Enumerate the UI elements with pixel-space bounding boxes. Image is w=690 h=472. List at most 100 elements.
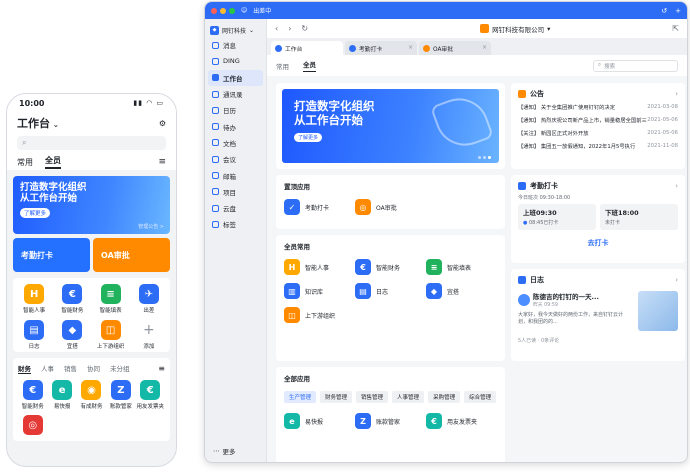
chip-sales[interactable]: 销售管理	[356, 391, 389, 403]
app-oa-approval[interactable]: ◎ OA审批	[355, 199, 426, 215]
sidebar-more[interactable]: ⋯ 更多	[213, 446, 236, 456]
menu-icon[interactable]: ≡	[158, 157, 166, 167]
search-icon: ⌕	[22, 138, 27, 147]
sidebar-item-docs[interactable]: 文档	[208, 135, 263, 151]
close-window-button[interactable]	[211, 7, 217, 14]
notice-item[interactable]: 【通知】 关于全集团推广使用钉钉的决定 2021-03-08	[518, 100, 678, 113]
chip-finance[interactable]: 财务管理	[320, 391, 353, 403]
sidebar-item-calendar[interactable]: 日历	[208, 102, 263, 118]
search-input[interactable]: ⌕ 搜索	[593, 59, 678, 72]
oa-approval-card[interactable]: OA审批	[93, 238, 170, 272]
chip-hr[interactable]: 人事管理	[392, 391, 425, 403]
close-tab-icon[interactable]: ×	[482, 45, 487, 51]
tab-ungrouped[interactable]: 未分组	[110, 363, 130, 373]
app-tile[interactable]: Z 账款管家	[106, 380, 135, 410]
share-icon[interactable]: ⇱	[672, 24, 679, 33]
app-log[interactable]: ▤ 日志	[355, 283, 426, 299]
org-selector[interactable]: 网钉科技有限公司 ▾	[440, 24, 550, 34]
app-tile[interactable]: € 用友发票夹	[136, 380, 165, 410]
app-tile[interactable]: ◎	[18, 415, 47, 437]
app-tile[interactable]: ◉ 有成财务	[77, 380, 106, 410]
app-tile[interactable]: € 智能财务	[53, 284, 91, 314]
avatar[interactable]: ☺	[241, 7, 247, 14]
mail-icon	[212, 172, 219, 180]
sidebar-item-todo[interactable]: 待办	[208, 118, 263, 134]
app-tile[interactable]: ◫ 上下游组织	[92, 320, 130, 350]
avatar	[518, 293, 530, 306]
chip-production[interactable]: 生产管理	[284, 391, 317, 403]
app-tile[interactable]: ≡ 智能填表	[92, 284, 130, 314]
notice-item[interactable]: 【通知】 集团五一放假通知，2022年1月5号执行 2021-11-08	[518, 139, 678, 152]
attendance-card[interactable]: 考勤打卡	[13, 238, 90, 272]
settings-icon[interactable]: ⚙	[159, 119, 166, 128]
carousel-dots[interactable]	[478, 156, 491, 159]
tab-common[interactable]: 常用	[276, 61, 289, 71]
promo-banner[interactable]: 打造数字化组织 从工作台开始 了解更多 管理公告 >	[13, 176, 170, 234]
banner-watermark[interactable]: 管理公告 >	[138, 223, 164, 230]
search-input[interactable]: ⌕	[17, 136, 166, 150]
tab-collab[interactable]: 协同	[87, 363, 100, 373]
chip-general[interactable]: 综合管理	[464, 391, 497, 403]
tab-attendance[interactable]: 考勤打卡 ×	[345, 41, 417, 55]
app-tile[interactable]: ✈ 出差	[130, 284, 168, 314]
learn-more-button[interactable]: 了解更多	[20, 208, 51, 218]
app-attendance[interactable]: ✓ 考勤打卡	[284, 199, 355, 215]
tab-oa-approval[interactable]: OA审批 ×	[419, 41, 491, 55]
log-post[interactable]: 陈德吉的钉钉的一天... 昨天 09:59 大家好，我今天做好的两份工作，来自钉…	[518, 291, 678, 331]
workspace-title[interactable]: 工作台 ⌄	[17, 115, 59, 131]
back-icon[interactable]: ‹	[275, 24, 278, 33]
clock-in-button[interactable]: 去打卡	[518, 238, 678, 248]
chip-purchasing[interactable]: 采购管理	[428, 391, 461, 403]
menu-icon[interactable]: ≡	[158, 364, 165, 373]
tab-all-staff[interactable]: 全员	[45, 155, 61, 169]
app-finance[interactable]: € 智能财务	[355, 259, 426, 275]
app-forms[interactable]: ≡ 智能填表	[426, 259, 497, 275]
sidebar-item-projects[interactable]: 项目	[208, 184, 263, 200]
tab-all-staff[interactable]: 全员	[303, 59, 316, 72]
sidebar-item-ding[interactable]: DING	[208, 53, 263, 69]
sidebar-item-tags[interactable]: 标签	[208, 216, 263, 232]
sidebar-item-cloud-drive[interactable]: 云盘	[208, 200, 263, 216]
minimize-window-button[interactable]	[220, 7, 226, 14]
add-app-button[interactable]: + 添加	[130, 320, 168, 350]
app-tile[interactable]: ▤ 日志	[15, 320, 53, 350]
notice-item[interactable]: 【关注】 新园区正式对外开放 2021-05-06	[518, 126, 678, 139]
log-card: 日志 › 陈德吉的钉钉的一天... 昨天 09:59 大家好，我今天做好的两份工作…	[511, 269, 685, 361]
tab-sales[interactable]: 销售	[64, 363, 77, 373]
app-tile[interactable]: e 易快报	[47, 380, 76, 410]
app-tile[interactable]: ◆ 宜搭	[53, 320, 91, 350]
org-switcher[interactable]: ◆ 网钉科技 ⌄	[208, 23, 263, 37]
app-tile[interactable]: € 智能财务	[18, 380, 47, 410]
app-hr[interactable]: H 智能人事	[284, 259, 355, 275]
app-yida[interactable]: ◆ 宜搭	[426, 283, 497, 299]
status-text[interactable]: 出差中	[253, 6, 271, 15]
attendance-title: 考勤打卡	[530, 182, 558, 190]
history-icon[interactable]: ↺	[661, 7, 667, 15]
app-tile[interactable]: H 智能人事	[15, 284, 53, 314]
notice-item[interactable]: 【通知】 热烈庆祝公司新产品上市，销量稳居全国前三 2021-05-06	[518, 113, 678, 126]
close-tab-icon[interactable]: ×	[408, 45, 413, 51]
app-knowledge[interactable]: ▥ 知识库	[284, 283, 355, 299]
tab-workspace[interactable]: 工作台	[271, 41, 343, 55]
forward-icon[interactable]: ›	[288, 24, 291, 33]
sidebar-item-mail[interactable]: 邮箱	[208, 167, 263, 183]
refresh-icon[interactable]: ↻	[301, 24, 308, 33]
more-icon[interactable]: ›	[675, 90, 678, 98]
sidebar-item-meeting[interactable]: 会议	[208, 151, 263, 167]
tab-common[interactable]: 常用	[17, 157, 33, 168]
app-ekuaibao[interactable]: e 易快报	[284, 413, 355, 429]
app-account-manager[interactable]: Z 账款管家	[355, 413, 426, 429]
plus-icon[interactable]: +	[675, 7, 681, 15]
app-partner-org[interactable]: ◫ 上下游组织	[284, 307, 355, 323]
sidebar-item-messages[interactable]: 消息	[208, 37, 263, 53]
tab-finance[interactable]: 财务	[18, 363, 31, 374]
sidebar-item-workspace[interactable]: 工作台	[208, 69, 263, 86]
promo-banner[interactable]: 打造数字化组织 从工作台开始 了解更多	[282, 89, 499, 163]
sidebar-item-contacts[interactable]: 通讯录	[208, 86, 263, 102]
maximize-window-button[interactable]	[229, 7, 235, 14]
learn-more-button[interactable]: 了解更多	[294, 133, 323, 142]
more-icon[interactable]: ›	[675, 276, 678, 284]
tab-hr[interactable]: 人事	[41, 363, 54, 373]
app-invoice[interactable]: € 用友发票夹	[426, 413, 497, 429]
more-icon[interactable]: ›	[675, 182, 678, 190]
